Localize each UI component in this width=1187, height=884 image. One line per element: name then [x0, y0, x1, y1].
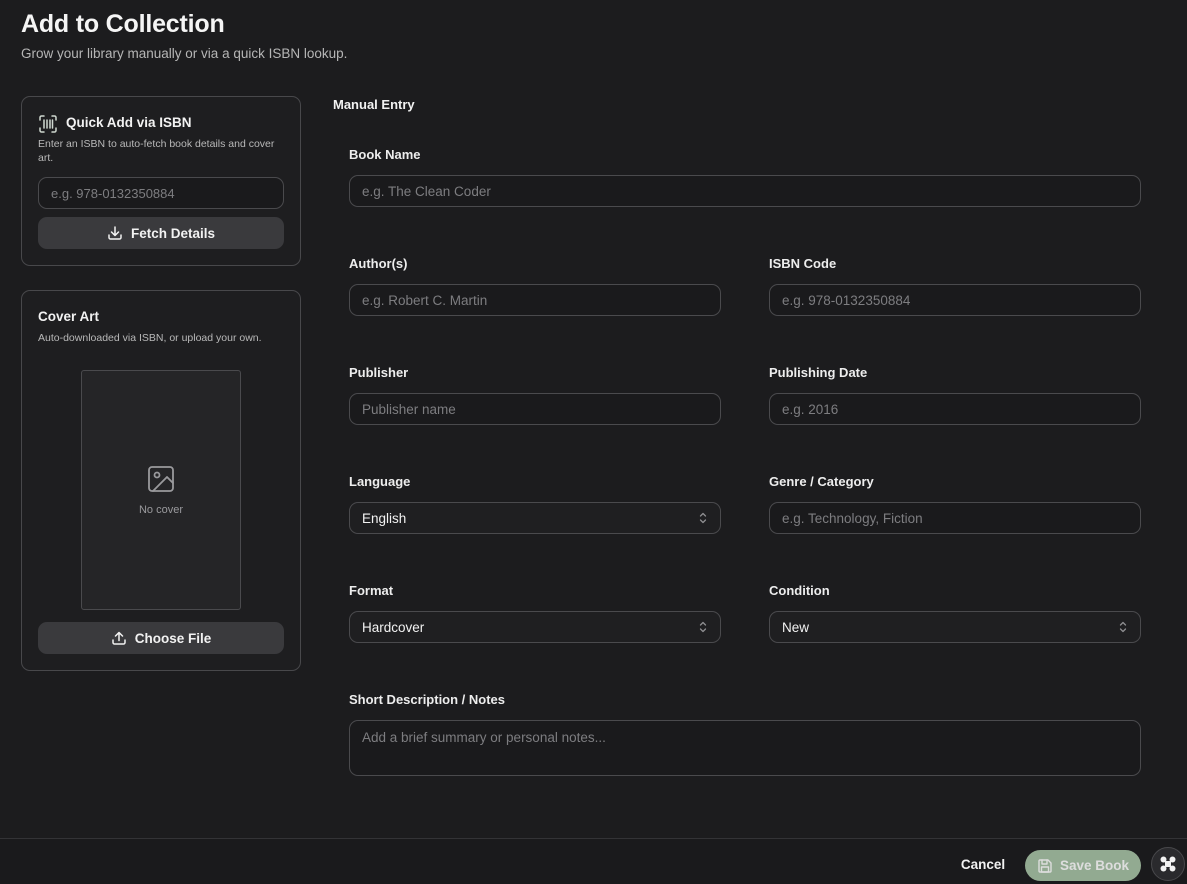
image-icon — [148, 466, 174, 492]
isbn-lookup-input[interactable] — [38, 177, 284, 209]
upload-icon — [111, 631, 126, 645]
genre-label: Genre / Category — [769, 474, 874, 489]
authors-input[interactable] — [349, 284, 721, 316]
add-to-collection-page: Add to Collection Grow your library manu… — [0, 0, 1187, 884]
isbn-quick-add-card: Quick Add via ISBN Enter an ISBN to auto… — [21, 96, 301, 266]
app-grid-icon — [1160, 856, 1176, 872]
chevron-updown-icon — [1119, 621, 1127, 633]
condition-select[interactable]: New — [769, 611, 1141, 643]
cover-card-title: Cover Art — [38, 309, 100, 324]
manual-entry-heading: Manual Entry — [333, 97, 415, 112]
isbn-card-title: Quick Add via ISBN — [66, 115, 192, 130]
chevron-updown-icon — [699, 621, 707, 633]
notes-textarea[interactable] — [349, 720, 1141, 776]
publishing-date-label: Publishing Date — [769, 365, 868, 380]
fetch-details-button[interactable]: Fetch Details — [38, 217, 284, 249]
language-selected-value: English — [362, 510, 407, 526]
isbn-card-description: Enter an ISBN to auto-fetch book details… — [38, 138, 275, 164]
isbn-code-input[interactable] — [769, 284, 1141, 316]
choose-file-button[interactable]: Choose File — [38, 622, 284, 654]
book-name-input[interactable] — [349, 175, 1141, 207]
isbn-code-label: ISBN Code — [769, 256, 837, 271]
condition-selected-value: New — [782, 619, 810, 635]
format-select[interactable]: Hardcover — [349, 611, 721, 643]
publisher-input[interactable] — [349, 393, 721, 425]
genre-input[interactable] — [769, 502, 1141, 534]
language-select[interactable]: English — [349, 502, 721, 534]
cover-card-description: Auto-downloaded via ISBN, or upload your… — [38, 332, 262, 344]
page-subtitle: Grow your library manually or via a quic… — [21, 46, 348, 61]
app-menu-button[interactable] — [1151, 847, 1185, 881]
choose-file-label: Choose File — [134, 630, 212, 646]
barcode-icon — [39, 115, 57, 133]
form-footer: Cancel Save Book — [0, 838, 1187, 884]
save-book-button[interactable]: Save Book — [1025, 850, 1141, 881]
cover-preview: No cover — [81, 370, 241, 610]
fetch-details-label: Fetch Details — [130, 225, 216, 241]
format-selected-value: Hardcover — [362, 619, 425, 635]
floppy-disk-icon — [1038, 858, 1052, 873]
book-name-label: Book Name — [349, 147, 421, 162]
language-label: Language — [349, 474, 411, 489]
save-book-label: Save Book — [1059, 858, 1130, 873]
publisher-label: Publisher — [349, 365, 409, 380]
publishing-date-input[interactable] — [769, 393, 1141, 425]
authors-label: Author(s) — [349, 256, 408, 271]
download-icon — [108, 226, 122, 240]
cancel-button[interactable]: Cancel — [948, 849, 1018, 879]
cover-art-card: Cover Art Auto-downloaded via ISBN, or u… — [21, 290, 301, 671]
no-cover-text: No cover — [138, 504, 184, 516]
page-title: Add to Collection — [21, 10, 225, 38]
condition-label: Condition — [769, 583, 830, 598]
notes-label: Short Description / Notes — [349, 692, 506, 707]
format-label: Format — [349, 583, 394, 598]
chevron-updown-icon — [699, 512, 707, 524]
